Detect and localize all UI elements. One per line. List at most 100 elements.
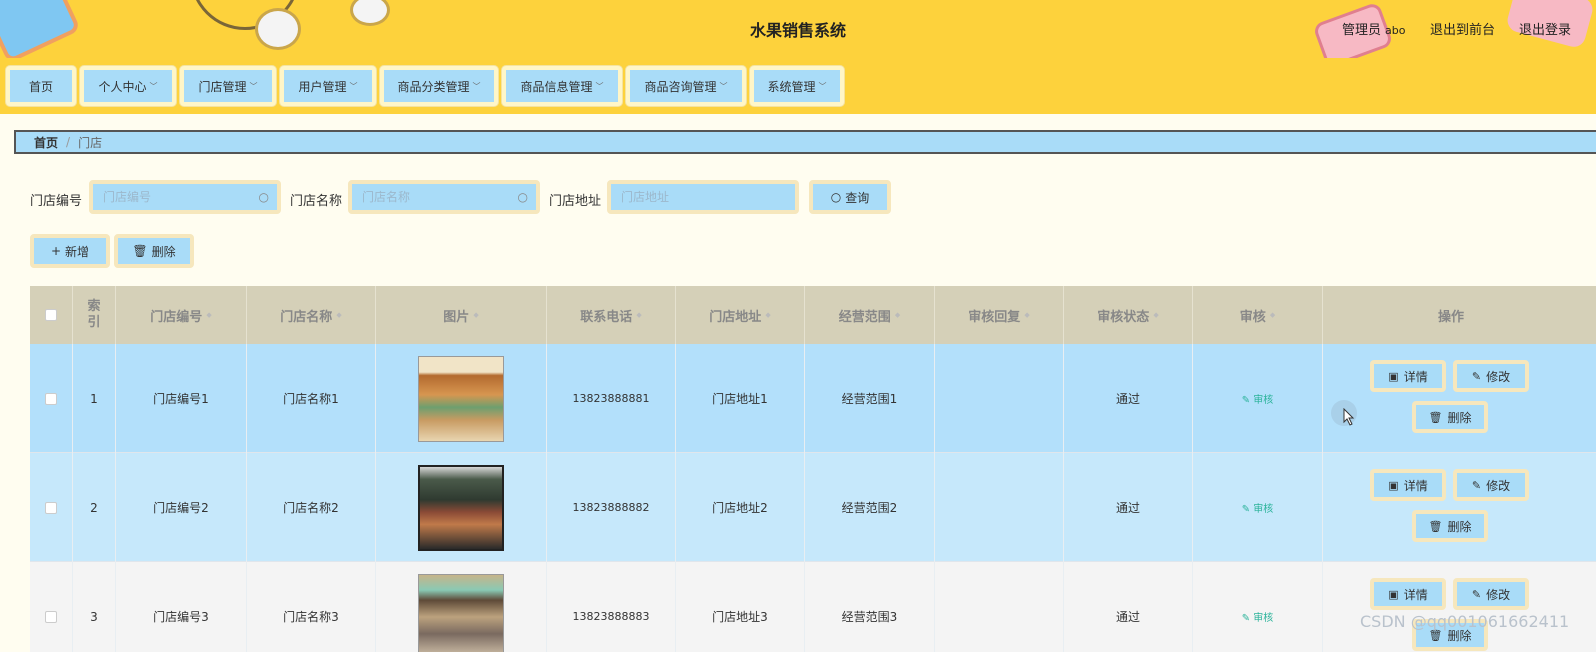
store-photo[interactable] (418, 573, 504, 652)
index-cell: 1 (73, 344, 116, 453)
delete-button[interactable]: 🗑 删除 (1412, 510, 1488, 542)
approve-link[interactable]: ✎ 审核 (1242, 500, 1274, 515)
reply-cell (935, 344, 1064, 453)
nav-item-label: 首页 (28, 79, 53, 94)
approve-link[interactable]: ✎ 审核 (1242, 391, 1274, 406)
row-checkbox[interactable] (45, 392, 57, 405)
column-header-scope[interactable]: 经营范围 ◆ (805, 286, 935, 344)
detail-label: 详情 (1403, 369, 1428, 384)
edit-icon: ✎ (1241, 613, 1254, 624)
header-bar: 水果销售系统 管理员 abo 退出到前台 退出登录 (0, 0, 1596, 58)
store-name-search: ○ (348, 180, 540, 214)
store-address-input[interactable] (611, 184, 795, 210)
column-header-phone[interactable]: 联系电话 ◆ (547, 286, 676, 344)
phone-cell: 13823888883 (547, 562, 676, 652)
store-name-input[interactable] (352, 184, 536, 210)
chevron-down-icon: ﹀ (249, 81, 258, 91)
approve-cell: ✎ 审核 (1193, 344, 1323, 453)
nav-item-products[interactable]: 商品信息管理 ﹀ (502, 66, 622, 106)
delete-button[interactable]: 🗑 删除 (1412, 401, 1488, 433)
column-header-reply[interactable]: 审核回复 ◆ (935, 286, 1064, 344)
image-cell (376, 562, 547, 652)
column-header-status[interactable]: 审核状态 ◆ (1064, 286, 1193, 344)
logout-link[interactable]: 退出登录 (1519, 19, 1571, 38)
mouse-cursor-icon (1343, 408, 1355, 426)
table-row: 1 门店编号1 门店名称1 13823888881 门店地址1 经营范围1 通过… (30, 344, 1596, 453)
row-checkbox[interactable] (45, 610, 57, 623)
store-address-label: 门店地址 (549, 194, 602, 209)
edit-button[interactable]: ✎ 修改 (1453, 578, 1529, 610)
detail-label: 详情 (1403, 587, 1428, 602)
nav-item-label: 门店管理 (198, 79, 247, 94)
nav-item-personal[interactable]: 个人中心 ﹀ (80, 66, 176, 106)
breadcrumb-home[interactable]: 首页 (34, 134, 58, 151)
column-header-address[interactable]: 门店地址 ◆ (676, 286, 805, 344)
nav-item-label: 商品信息管理 (520, 79, 593, 94)
store-code-input[interactable] (93, 184, 277, 210)
column-header-approve[interactable]: 审核 ◆ (1193, 286, 1323, 344)
sort-icon: ◆ (1269, 311, 1276, 319)
nav-item-inquiries[interactable]: 商品咨询管理 ﹀ (626, 66, 746, 106)
row-select-cell (30, 453, 73, 562)
column-header-code[interactable]: 门店编号 ◆ (116, 286, 247, 344)
address-cell: 门店地址1 (676, 344, 805, 453)
phone-cell: 13823888881 (547, 344, 676, 453)
scope-cell: 经营范围2 (805, 453, 935, 562)
nav-item-categories[interactable]: 商品分类管理 ﹀ (380, 66, 498, 106)
column-header-name[interactable]: 门店名称 ◆ (247, 286, 376, 344)
earbud-decoration (255, 8, 301, 50)
chevron-down-icon: ﹀ (149, 81, 158, 91)
query-button[interactable]: ○ 查询 (809, 180, 891, 214)
trash-icon: 🗑 (132, 244, 148, 258)
detail-button[interactable]: ▣ 详情 (1370, 578, 1446, 610)
tablet-decoration (0, 0, 82, 58)
row-checkbox[interactable] (45, 501, 57, 514)
column-header-image[interactable]: 图片 ◆ (376, 286, 547, 344)
nav-item-stores[interactable]: 门店管理 ﹀ (180, 66, 276, 106)
chevron-down-icon: ﹀ (818, 81, 827, 91)
edit-label: 修改 (1486, 369, 1511, 384)
search-icon: ○ (517, 190, 528, 204)
code-cell: 门店编号1 (116, 344, 247, 453)
chevron-down-icon: ﹀ (719, 81, 728, 91)
store-code-label: 门店编号 (30, 194, 83, 209)
store-photo[interactable] (418, 464, 504, 551)
nav-item-label: 商品分类管理 (397, 79, 470, 94)
column-header-label: 门店地址 (709, 309, 762, 325)
chevron-down-icon: ﹀ (349, 81, 358, 91)
detail-button[interactable]: ▣ 详情 (1370, 469, 1446, 501)
column-header-label: 门店编号 (150, 309, 203, 325)
detail-label: 详情 (1403, 478, 1428, 493)
table-row: 3 门店编号3 门店名称3 13823888883 门店地址3 经营范围3 通过… (30, 562, 1596, 652)
store-code-search: ○ (89, 180, 281, 214)
store-photo[interactable] (418, 355, 504, 442)
nav-item-users[interactable]: 用户管理 ﹀ (280, 66, 376, 106)
approve-label: 审核 (1253, 613, 1274, 624)
edit-button[interactable]: ✎ 修改 (1453, 360, 1529, 392)
username: abo (1385, 24, 1406, 37)
nav-item-system[interactable]: 系统管理 ﹀ (750, 66, 844, 106)
document-icon: ▣ (1388, 478, 1399, 492)
approve-link[interactable]: ✎ 审核 (1242, 609, 1274, 624)
query-button-label: 查询 (845, 190, 870, 205)
edit-button[interactable]: ✎ 修改 (1453, 469, 1529, 501)
plus-icon: + (50, 244, 62, 258)
nav-item-label: 用户管理 (298, 79, 347, 94)
code-cell: 门店编号3 (116, 562, 247, 652)
admin-info: 管理员 abo (1342, 19, 1405, 38)
breadcrumb-separator: / (66, 135, 71, 149)
nav-item-home[interactable]: 首页 (6, 66, 76, 106)
edit-icon: ✎ (1241, 395, 1254, 406)
chevron-down-icon: ﹀ (472, 81, 481, 91)
detail-button[interactable]: ▣ 详情 (1370, 360, 1446, 392)
sort-icon: ◆ (894, 311, 901, 319)
approve-label: 审核 (1253, 395, 1274, 406)
bulk-delete-button[interactable]: 🗑 删除 (114, 234, 194, 268)
document-icon: ▣ (1388, 369, 1399, 383)
sort-icon: ◆ (206, 311, 212, 319)
nav-item-label: 个人中心 (98, 79, 147, 94)
select-all-checkbox[interactable] (45, 309, 57, 321)
add-button[interactable]: + 新增 (30, 234, 110, 268)
edit-icon: ✎ (1471, 478, 1482, 492)
front-link[interactable]: 退出到前台 (1430, 19, 1495, 38)
